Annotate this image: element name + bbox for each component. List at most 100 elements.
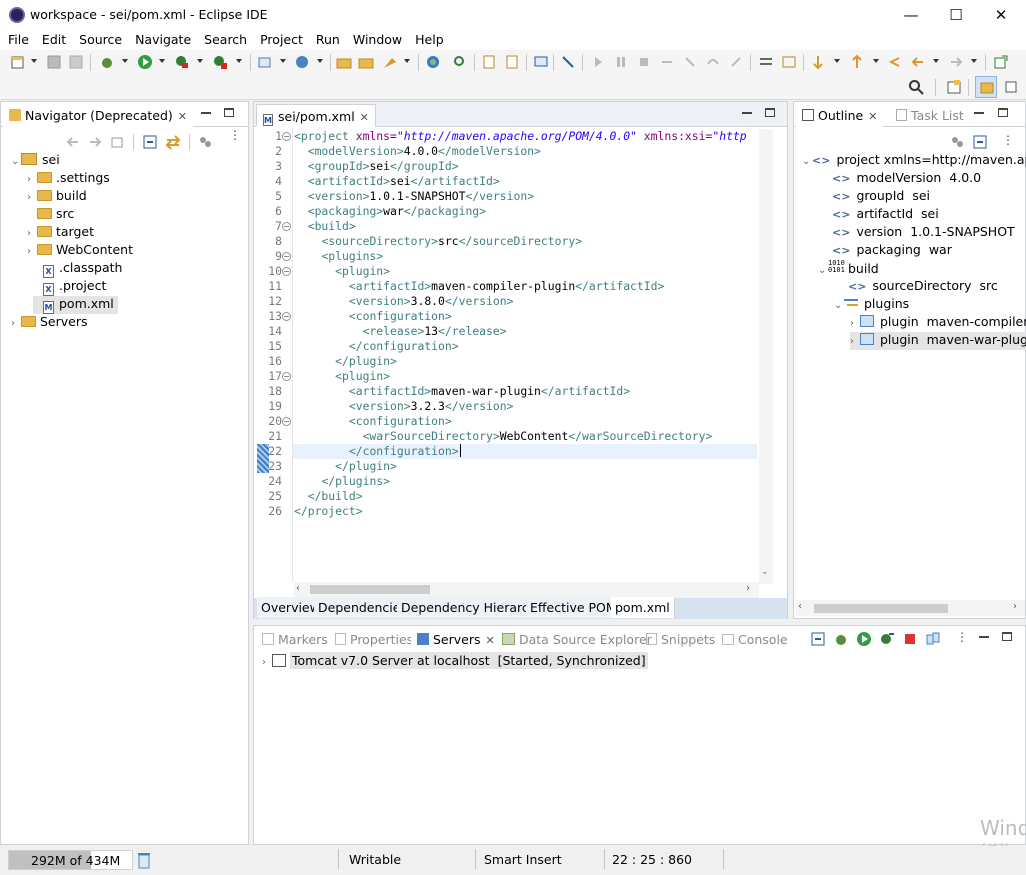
show-whitespace-icon[interactable] [758,54,774,70]
filters-icon[interactable] [197,134,213,150]
menu-edit[interactable]: Edit [34,30,71,50]
server-row[interactable]: › Tomcat v7.0 Server at localhost [Starte… [262,652,648,671]
outline-node-sourcedirectory[interactable]: <> sourceDirectory src [848,278,998,296]
view-menu-icon[interactable]: ⋮ [229,129,241,149]
start-server-icon[interactable] [856,631,872,647]
outline-node-plugin-war[interactable]: › plugin maven-war-plugi [850,332,1026,350]
open-task-dropdown-icon[interactable] [404,59,410,63]
outline-node-build[interactable]: ⌄1010 0101 build [818,260,879,278]
chevron-right-icon[interactable]: › [27,174,37,185]
menu-run[interactable]: Run [308,30,345,50]
project-sei[interactable]: ⌄ sei [11,152,60,170]
maximize-view-icon[interactable] [998,108,1008,117]
close-icon[interactable]: ✕ [178,110,187,123]
back-dropdown-icon[interactable] [933,59,939,63]
outline-node-plugins[interactable]: ⌄ plugins [834,296,909,314]
run-icon[interactable] [137,54,153,70]
tab-console[interactable]: Console [716,628,794,651]
debug-icon[interactable] [99,54,115,70]
tab-servers[interactable]: Servers ✕ [411,628,501,651]
chevron-right-icon[interactable]: › [850,318,860,329]
tab-markers[interactable]: Markers [256,628,334,651]
external-tools-dropdown-icon[interactable] [236,59,242,63]
tab-pom-xml-source[interactable]: pom.xml [611,597,675,618]
heap-status[interactable]: 292M of 434M [8,850,133,870]
search-task-icon[interactable] [452,54,468,70]
open-folder-icon[interactable] [358,54,374,70]
outline-node-version[interactable]: <> version 1.0.1-SNAPSHOT [832,224,1015,242]
chevron-right-icon[interactable]: › [27,228,37,239]
maximize-button[interactable]: ☐ [945,4,967,26]
collapse-all-icon[interactable] [972,134,988,150]
tab-navigator[interactable]: Navigator (Deprecated) ✕ [3,104,193,127]
menu-file[interactable]: File [0,30,34,50]
java-ee-perspective-button[interactable] [975,76,997,98]
minimize-button[interactable]: — [900,4,922,26]
link-editor-icon[interactable] [165,134,181,150]
chevron-down-icon[interactable]: ⌄ [834,300,844,311]
close-icon[interactable]: ✕ [486,634,495,647]
tree-item-classpath[interactable]: X .classpath [33,260,122,278]
tree-item-src[interactable]: src [27,206,74,224]
maximize-view-icon[interactable] [1002,632,1012,641]
tree-item-project[interactable]: X .project [33,278,106,296]
stop-server-icon[interactable] [902,631,918,647]
forward-icon[interactable] [948,54,964,70]
scroll-left-icon[interactable]: ‹ [296,583,300,594]
disconnect-icon[interactable] [659,54,675,70]
menu-search[interactable]: Search [196,30,252,50]
menu-window[interactable]: Window [345,30,407,50]
tree-item-settings[interactable]: › .settings [27,170,110,188]
open-perspective-icon[interactable] [946,79,962,95]
new-server-dropdown-icon[interactable] [280,59,286,63]
menu-help[interactable]: Help [407,30,449,50]
fold-toggle-icon[interactable]: − [282,252,291,261]
horizontal-scroll-thumb[interactable] [814,604,948,613]
run-dropdown-icon[interactable] [159,59,165,63]
close-icon[interactable]: ✕ [868,110,877,123]
tab-pom-xml[interactable]: Msei/pom.xml ✕ [256,104,376,127]
step-into-icon[interactable] [682,54,698,70]
tree-item-build[interactable]: › build [27,188,87,206]
filters-icon[interactable] [949,134,965,150]
next-annotation-dropdown-icon[interactable] [834,59,840,63]
fold-toggle-icon[interactable]: − [282,417,291,426]
tree-item-webcontent[interactable]: › WebContent [27,242,133,260]
fold-toggle-icon[interactable]: − [282,132,291,141]
chevron-right-icon[interactable]: › [27,246,37,257]
garbage-collect-icon[interactable] [137,852,151,869]
external-tools-icon[interactable] [212,54,228,70]
fold-toggle-icon[interactable]: − [282,222,291,231]
open-type-icon[interactable] [336,54,352,70]
outline-node-artifactid[interactable]: <> artifactId sei [832,206,939,224]
outline-root[interactable]: ⌄<> project xmlns=http://maven.apach [802,152,1026,170]
collapse-all-icon[interactable] [142,134,158,150]
scroll-down-icon[interactable]: ⌄ [761,567,769,577]
outline-node-plugin-compiler[interactable]: › plugin maven-compiler- [850,314,1026,332]
menu-navigate[interactable]: Navigate [127,30,196,50]
tab-data-source-explorer[interactable]: Data Source Explorer [496,628,658,651]
coverage-icon[interactable] [174,54,190,70]
java-perspective-icon[interactable] [1003,79,1019,95]
maximize-view-icon[interactable] [224,108,234,117]
debug-dropdown-icon[interactable] [122,59,128,63]
profile-server-icon[interactable] [879,631,895,647]
collapse-all-icon[interactable] [810,631,826,647]
chevron-right-icon[interactable]: › [11,318,21,329]
outline-node-modelversion[interactable]: <> modelVersion 4.0.0 [832,170,981,188]
new-icon[interactable] [10,54,26,70]
maximize-editor-icon[interactable] [765,108,775,117]
tab-outline[interactable]: Outline ✕ [796,104,884,127]
new-server-icon[interactable] [257,54,273,70]
outline-node-groupid[interactable]: <> groupId sei [832,188,930,206]
terminate-icon[interactable] [636,54,652,70]
scroll-right-icon[interactable]: › [746,583,750,594]
fold-toggle-icon[interactable]: − [282,312,291,321]
fold-toggle-icon[interactable]: − [282,372,291,381]
tree-item-target[interactable]: › target [27,224,94,242]
minimize-view-icon[interactable] [974,112,984,114]
pin-editor-icon[interactable] [993,54,1009,70]
resume-icon[interactable] [590,54,606,70]
close-button[interactable]: ✕ [990,4,1012,26]
minimize-view-icon[interactable] [979,636,989,638]
